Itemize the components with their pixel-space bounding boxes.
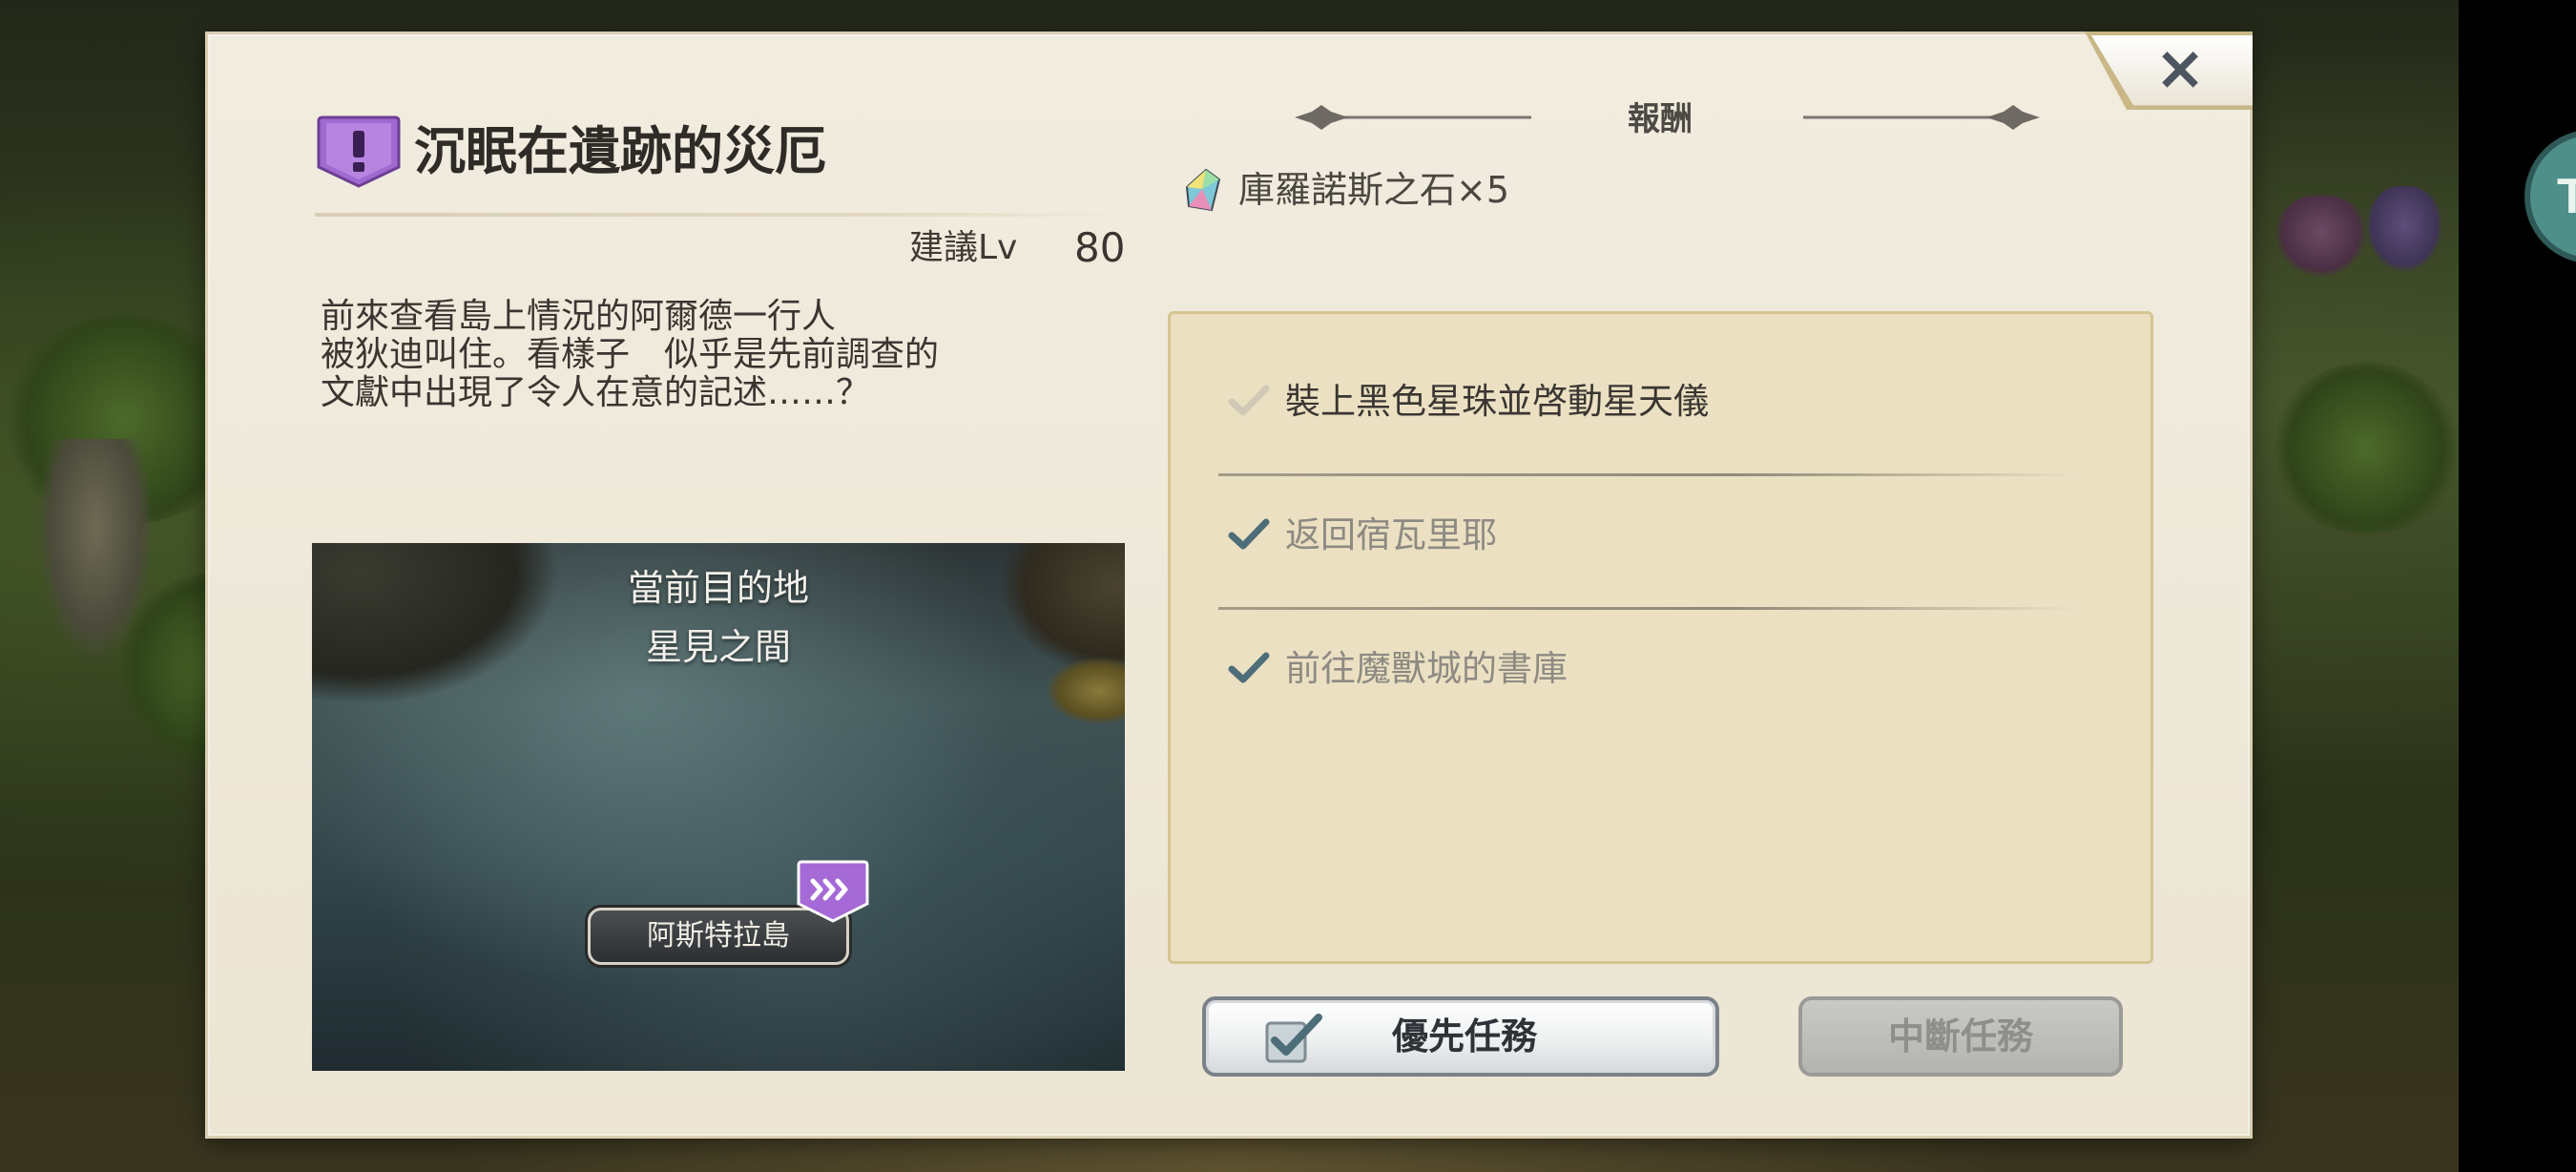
objective-text: 返回宿瓦里耶 bbox=[1285, 514, 1497, 555]
objective-divider bbox=[1218, 607, 2077, 610]
objective-text: 裝上黑色星珠並啓動星天儀 bbox=[1285, 381, 1709, 422]
reward-ornament bbox=[1803, 105, 2040, 130]
reward-title: 報酬 bbox=[1628, 100, 1693, 138]
check-icon bbox=[1228, 652, 1270, 683]
exclamation-shield-icon bbox=[317, 115, 401, 188]
background-bush bbox=[2271, 363, 2462, 534]
close-icon[interactable]: × bbox=[2142, 31, 2218, 107]
destination-name: 星見之間 bbox=[645, 626, 791, 668]
objectives-panel: 裝上黑色星珠並啓動星天儀 返回宿瓦里耶 前往魔獸城的書庫 bbox=[1168, 311, 2153, 964]
recommended-level-label: 建議Lv bbox=[909, 228, 1018, 267]
check-icon bbox=[1228, 518, 1270, 550]
objective-divider bbox=[1218, 473, 2077, 476]
reward-ornament bbox=[1295, 105, 1531, 130]
title-divider bbox=[315, 213, 1126, 217]
monster-character bbox=[2366, 186, 2442, 272]
quest-marker-icon bbox=[797, 860, 869, 923]
destination-heading: 當前目的地 bbox=[627, 567, 809, 609]
abort-quest-button[interactable]: 中斷任務 bbox=[1798, 996, 2123, 1077]
abort-quest-label: 中斷任務 bbox=[1887, 1015, 2033, 1057]
monster-character bbox=[2275, 196, 2366, 277]
quest-title: 沉眠在遺跡的災厄 bbox=[414, 120, 826, 181]
quest-description: 前來查看島上情況的阿爾德一行人 被狄迪叫住。看樣子 似乎是先前調查的 文獻中出現… bbox=[321, 297, 940, 412]
recommended-level-value: 80 bbox=[1074, 224, 1126, 271]
objective-text: 前往魔獸城的書庫 bbox=[1285, 648, 1568, 689]
priority-quest-button[interactable]: 優先任務 bbox=[1202, 996, 1719, 1077]
priority-quest-label: 優先任務 bbox=[1391, 1015, 1537, 1057]
reward-item: 庫羅諾斯之石×5 bbox=[1238, 169, 1510, 211]
rainbow-crystal-icon bbox=[1185, 168, 1221, 212]
check-icon bbox=[1228, 385, 1270, 416]
destination-map[interactable]: 當前目的地 星見之間 阿斯特拉島 bbox=[312, 543, 1125, 1071]
player-character bbox=[38, 439, 153, 659]
